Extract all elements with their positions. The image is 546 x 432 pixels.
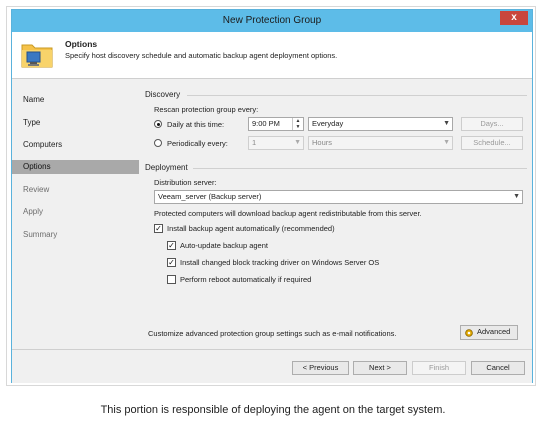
frequency-select[interactable]: Everyday ▼ xyxy=(308,117,453,131)
reboot-label: Perform reboot automatically if required xyxy=(180,275,312,284)
wizard-footer: < Previous Next > Finish Cancel xyxy=(12,349,532,383)
nav-item-name[interactable]: Name xyxy=(12,93,139,107)
gear-icon xyxy=(465,329,473,337)
discovery-divider xyxy=(187,95,527,96)
time-value: 9:00 PM xyxy=(252,119,280,128)
rescan-label: Rescan protection group every: xyxy=(154,105,259,114)
discovery-section-label: Discovery xyxy=(145,90,181,99)
advanced-description: Customize advanced protection group sett… xyxy=(148,329,397,338)
next-button[interactable]: Next > xyxy=(353,361,407,375)
page-description: Specify host discovery schedule and auto… xyxy=(65,51,338,60)
title-bar: New Protection Group x xyxy=(12,10,532,32)
time-spinner[interactable]: ▲ ▼ xyxy=(292,118,303,130)
window-title: New Protection Group xyxy=(222,15,322,26)
image-caption: This portion is responsible of deploying… xyxy=(100,404,446,416)
reboot-checkbox[interactable] xyxy=(167,275,176,284)
screenshot-frame: New Protection Group x Options Specify h… xyxy=(6,6,536,386)
periodic-radio-label: Periodically every: xyxy=(167,139,228,148)
wizard-steps-nav: Name Type Computers Options Review Apply… xyxy=(12,79,139,349)
cbt-driver-checkbox[interactable]: ✓ xyxy=(167,258,176,267)
advanced-button-label: Advanced xyxy=(477,327,511,336)
advanced-button[interactable]: Advanced xyxy=(460,325,518,340)
chevron-down-icon: ▼ xyxy=(443,120,450,127)
distribution-label: Distribution server: xyxy=(154,178,217,187)
distribution-note: Protected computers will download backup… xyxy=(154,209,422,218)
previous-button[interactable]: < Previous xyxy=(292,361,349,375)
daily-radio-label: Daily at this time: xyxy=(167,120,225,129)
deployment-divider xyxy=(193,168,527,169)
nav-item-summary[interactable]: Summary xyxy=(12,228,139,242)
deployment-section-label: Deployment xyxy=(145,163,188,172)
distribution-server-select[interactable]: Veeam_server (Backup server) ▼ xyxy=(154,190,523,204)
close-button[interactable]: x xyxy=(500,11,528,25)
period-unit: Hours xyxy=(312,138,333,147)
cbt-driver-label: Install changed block tracking driver on… xyxy=(180,258,380,267)
page-title: Options xyxy=(65,39,98,49)
daily-radio[interactable] xyxy=(154,120,162,128)
distribution-value: Veeam_server (Backup server) xyxy=(158,192,262,201)
chevron-down-icon: ▼ xyxy=(443,139,450,146)
chevron-down-icon: ▼ xyxy=(294,139,301,146)
folder-computer-icon xyxy=(21,44,53,68)
days-button[interactable]: Days... xyxy=(461,117,523,131)
period-value: 1 xyxy=(252,138,257,147)
cancel-button[interactable]: Cancel xyxy=(471,361,525,375)
periodic-radio[interactable] xyxy=(154,139,162,147)
frequency-value: Everyday xyxy=(312,119,344,128)
dialog-window: New Protection Group x Options Specify h… xyxy=(11,9,533,383)
options-content: Discovery Rescan protection group every:… xyxy=(139,79,532,349)
nav-item-apply[interactable]: Apply xyxy=(12,205,139,219)
period-unit-select[interactable]: Hours ▼ xyxy=(308,136,453,150)
time-field[interactable]: 9:00 PM ▲ ▼ xyxy=(248,117,304,131)
auto-update-label: Auto-update backup agent xyxy=(180,241,268,250)
install-auto-label: Install backup agent automatically (reco… xyxy=(167,224,335,233)
nav-item-options[interactable]: Options xyxy=(12,160,139,174)
period-value-select[interactable]: 1 ▼ xyxy=(248,136,304,150)
nav-item-review[interactable]: Review xyxy=(12,183,139,197)
auto-update-checkbox[interactable]: ✓ xyxy=(167,241,176,250)
schedule-button[interactable]: Schedule... xyxy=(461,136,523,150)
chevron-down-icon: ▼ xyxy=(513,193,520,200)
install-auto-checkbox[interactable]: ✓ xyxy=(154,224,163,233)
finish-button[interactable]: Finish xyxy=(412,361,466,375)
nav-item-computers[interactable]: Computers xyxy=(12,138,139,152)
page-header: Options Specify host discovery schedule … xyxy=(12,32,532,79)
nav-item-type[interactable]: Type xyxy=(12,116,139,130)
